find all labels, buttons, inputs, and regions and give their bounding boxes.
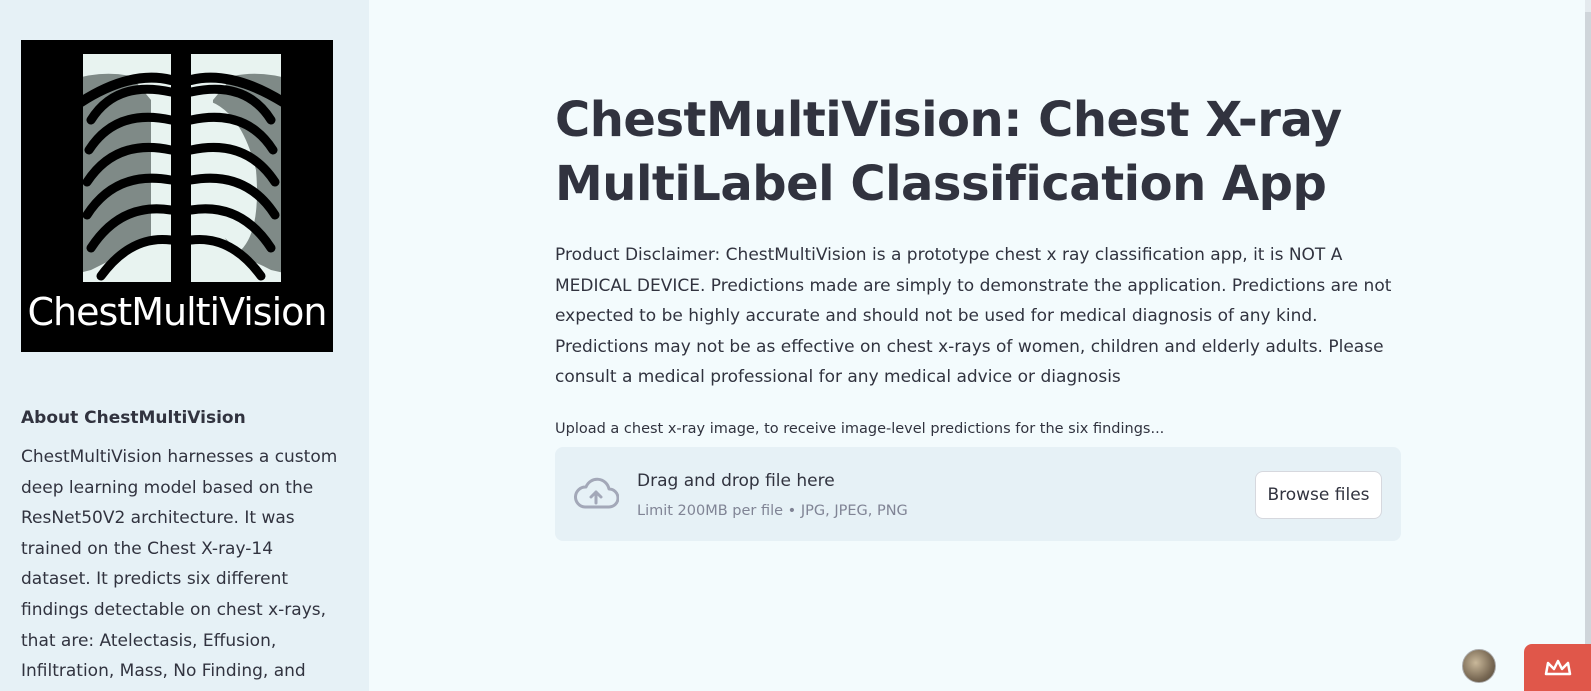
page-title: ChestMultiVision: Chest X-ray MultiLabel… [555, 88, 1401, 216]
dropzone-limits: Limit 200MB per file • JPG, JPEG, PNG [637, 502, 908, 519]
app-logo: ChestMultiVision [21, 40, 333, 352]
sidebar: ChestMultiVision About ChestMultiVision … [0, 0, 369, 691]
upload-label: Upload a chest x-ray image, to receive i… [555, 420, 1165, 437]
about-title: About ChestMultiVision [21, 408, 246, 428]
avatar[interactable] [1462, 649, 1496, 683]
main-content: ChestMultiVision: Chest X-ray MultiLabel… [555, 88, 1401, 541]
page-title-line2: MultiLabel Classification App [555, 156, 1327, 212]
browse-files-button[interactable]: Browse files [1255, 470, 1382, 519]
product-disclaimer: Product Disclaimer: ChestMultiVision is … [555, 245, 1392, 388]
about-text: ChestMultiVision harnesses a custom deep… [21, 447, 338, 682]
logo-text: ChestMultiVision [27, 290, 328, 334]
page-title-line1: ChestMultiVision: Chest X-ray [555, 92, 1342, 148]
scrollbar-thumb[interactable] [1585, 12, 1591, 691]
dropzone-title: Drag and drop file here [637, 470, 835, 491]
cloud-upload-icon [574, 477, 619, 509]
crown-icon [1544, 659, 1572, 676]
streamlit-badge[interactable] [1524, 644, 1591, 691]
file-dropzone[interactable]: Drag and drop file here Limit 200MB per … [555, 446, 1401, 541]
page-scrollbar[interactable] [1585, 0, 1591, 691]
